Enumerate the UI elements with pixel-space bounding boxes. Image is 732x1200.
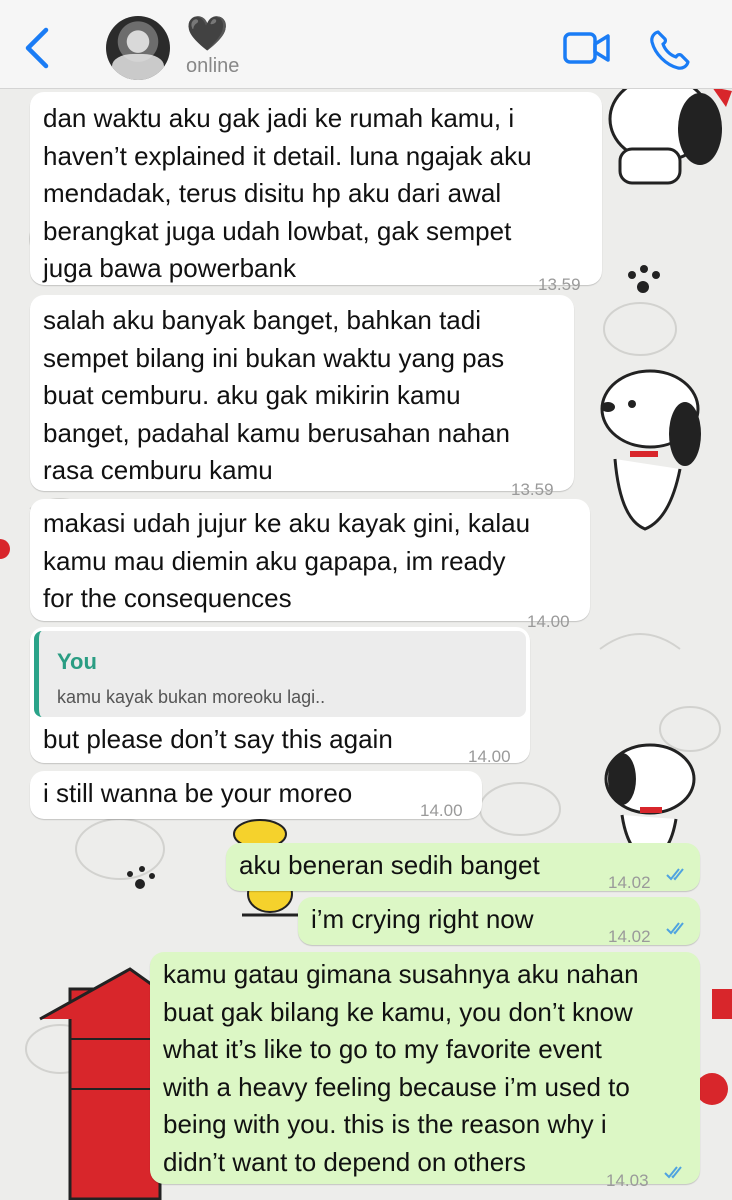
contact-name[interactable]: 🖤 xyxy=(186,14,228,54)
message-bubble-outgoing[interactable]: aku beneran sedih banget 14.02 xyxy=(226,843,700,892)
chat-header: 🖤 online xyxy=(0,0,732,89)
chevron-left-icon[interactable] xyxy=(22,26,52,70)
message-time: 14.00 xyxy=(468,747,511,766)
message-text: aku beneran sedih banget xyxy=(239,850,540,880)
message-text: kamu gatau gimana susahnya aku nahan bua… xyxy=(163,959,639,1177)
read-receipt-icon xyxy=(666,868,684,881)
quoted-message[interactable]: You kamu kayak bukan moreoku lagi.. xyxy=(34,631,526,717)
message-time: 14.00 xyxy=(527,612,570,631)
message-bubble-outgoing[interactable]: i’m crying right now 14.02 xyxy=(298,897,700,946)
message-bubble-incoming-reply[interactable]: You kamu kayak bukan moreoku lagi.. but … xyxy=(30,627,530,766)
message-text: salah aku banyak banget, bahkan tadi sem… xyxy=(43,305,510,485)
message-text: i still wanna be your moreo xyxy=(43,778,353,808)
contact-status: online xyxy=(186,55,240,77)
phone-icon[interactable] xyxy=(648,28,692,72)
message-bubble-incoming[interactable]: dan waktu aku gak jadi ke rumah kamu, i … xyxy=(30,92,602,294)
message-bubble-incoming[interactable]: i still wanna be your moreo 14.00 xyxy=(30,771,482,820)
snoopy-illustration-top xyxy=(608,89,732,185)
read-receipt-icon xyxy=(664,1166,682,1179)
contact-avatar[interactable] xyxy=(106,16,170,80)
message-text: dan waktu aku gak jadi ke rumah kamu, i … xyxy=(43,103,532,283)
read-receipt-icon xyxy=(666,922,684,935)
message-text: makasi udah jujur ke aku kayak gini, kal… xyxy=(43,508,531,613)
message-text: but please don’t say this again xyxy=(43,724,393,754)
video-camera-icon[interactable] xyxy=(563,30,611,66)
quoted-author: You xyxy=(57,649,97,674)
message-bubble-incoming[interactable]: makasi udah jujur ke aku kayak gini, kal… xyxy=(30,499,590,631)
message-text: i’m crying right now xyxy=(311,904,534,934)
quoted-text: kamu kayak bukan moreoku lagi.. xyxy=(57,687,326,707)
message-time: 14.02 xyxy=(608,927,651,946)
message-bubble-outgoing[interactable]: kamu gatau gimana susahnya aku nahan bua… xyxy=(150,952,700,1190)
message-bubble-incoming[interactable]: salah aku banyak banget, bahkan tadi sem… xyxy=(30,295,574,499)
message-time: 14.02 xyxy=(608,873,651,892)
message-time: 14.03 xyxy=(606,1171,649,1190)
message-time: 14.00 xyxy=(420,801,463,820)
chat-area[interactable]: dan waktu aku gak jadi ke rumah kamu, i … xyxy=(0,89,732,1200)
